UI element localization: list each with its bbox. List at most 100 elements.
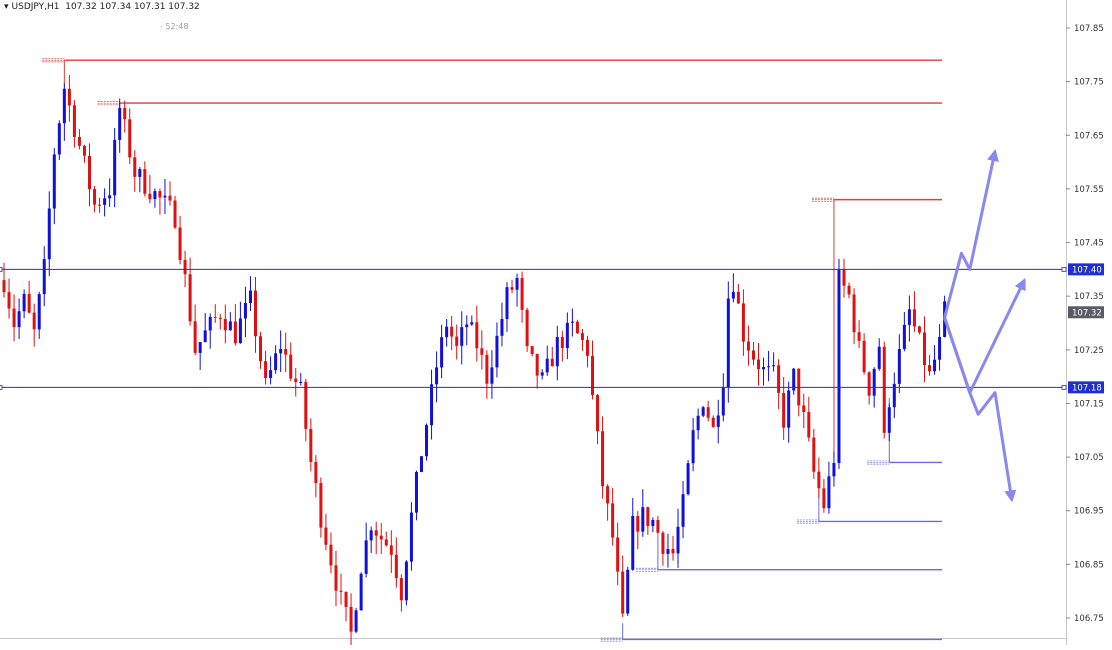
candle (701, 407, 705, 416)
price-tag-label: 107.40 (1072, 265, 1102, 275)
line-handle-left[interactable] (0, 266, 3, 272)
candle (364, 540, 368, 574)
candle (591, 355, 595, 395)
y-tick-label: 107.25 (1074, 346, 1104, 356)
candle (631, 515, 635, 570)
candle (314, 461, 318, 484)
candle (661, 532, 665, 554)
candle (339, 590, 343, 592)
candle (560, 336, 564, 349)
candle (450, 326, 454, 337)
candle (565, 322, 569, 349)
candle (736, 291, 740, 304)
candle (716, 415, 720, 427)
chart-svg[interactable]: 107.85 107.75 107.65 107.55 107.45 107.35 107.… (0, 0, 1112, 649)
line-handle-right[interactable] (1061, 384, 1067, 390)
candle (842, 269, 846, 286)
candle (912, 309, 916, 327)
y-tick-label: 107.75 (1074, 78, 1104, 88)
plot-area[interactable] (0, 0, 1066, 645)
candle (470, 322, 474, 325)
candle (585, 339, 589, 356)
candle (254, 290, 257, 337)
y-tick-label: 107.85 (1074, 24, 1104, 34)
candle (113, 139, 117, 196)
candle (580, 333, 584, 340)
candle (706, 407, 710, 418)
candle (32, 312, 36, 330)
candle (379, 535, 383, 540)
candle (872, 368, 876, 396)
candle (12, 308, 16, 328)
candle (173, 200, 177, 228)
chart-header: ▾ USDJPY,H1 107.32 107.34 107.31 107.32 (4, 2, 200, 12)
candle (178, 227, 182, 260)
candle (158, 191, 162, 198)
candle (259, 336, 263, 362)
ohlc-readout: 107.32 107.34 107.31 107.32 (65, 2, 200, 12)
candle (475, 322, 479, 349)
candle (928, 365, 932, 372)
candle (882, 346, 886, 433)
line-handle-left[interactable] (0, 384, 3, 390)
candle (52, 154, 56, 209)
candle (319, 483, 323, 528)
candle (777, 365, 781, 393)
candle (329, 544, 333, 566)
candle (183, 259, 187, 275)
line-handle-right[interactable] (1061, 266, 1067, 272)
candle (77, 136, 81, 146)
y-tick-label: 107.55 (1074, 185, 1104, 195)
candle (460, 327, 464, 346)
candle (354, 610, 358, 632)
candle (430, 384, 434, 426)
candle (369, 530, 373, 541)
candle (279, 348, 283, 354)
candle (480, 348, 484, 355)
candle (294, 378, 298, 383)
candle (168, 195, 172, 201)
candle (741, 303, 745, 342)
candle (7, 292, 11, 309)
candle (867, 372, 871, 396)
chart[interactable]: 107.85 107.75 107.65 107.55 107.45 107.35 107.… (0, 0, 1112, 649)
candle (289, 354, 293, 379)
candle (917, 326, 921, 333)
candle (440, 337, 444, 368)
candle (128, 119, 132, 158)
candle (555, 336, 559, 367)
candle (681, 494, 685, 527)
y-tick-label: 106.85 (1074, 560, 1104, 570)
candle (832, 463, 836, 477)
candle (772, 365, 776, 367)
candle (82, 145, 86, 156)
candle (359, 573, 363, 611)
candle (299, 381, 303, 383)
candle (877, 346, 881, 369)
candle (349, 606, 353, 632)
candle (671, 549, 675, 554)
candle (545, 358, 549, 373)
candle (465, 324, 469, 328)
candle (108, 195, 112, 199)
candle (762, 366, 766, 370)
candle (616, 537, 620, 572)
candle (862, 340, 866, 373)
candle (907, 309, 911, 325)
candle (399, 578, 403, 601)
candle (721, 387, 725, 416)
candle (686, 463, 690, 495)
candle (138, 169, 142, 177)
dropdown-triangle-icon[interactable]: ▾ (4, 2, 9, 12)
candle (27, 293, 31, 313)
candle (143, 169, 147, 194)
candle (731, 291, 735, 299)
candle (540, 372, 544, 376)
candle (651, 520, 655, 527)
candle (394, 554, 398, 579)
bar-timer: - 52:48 (160, 22, 189, 31)
candle (213, 316, 217, 318)
candle (676, 526, 680, 554)
candle (817, 471, 821, 489)
candle (822, 488, 826, 509)
